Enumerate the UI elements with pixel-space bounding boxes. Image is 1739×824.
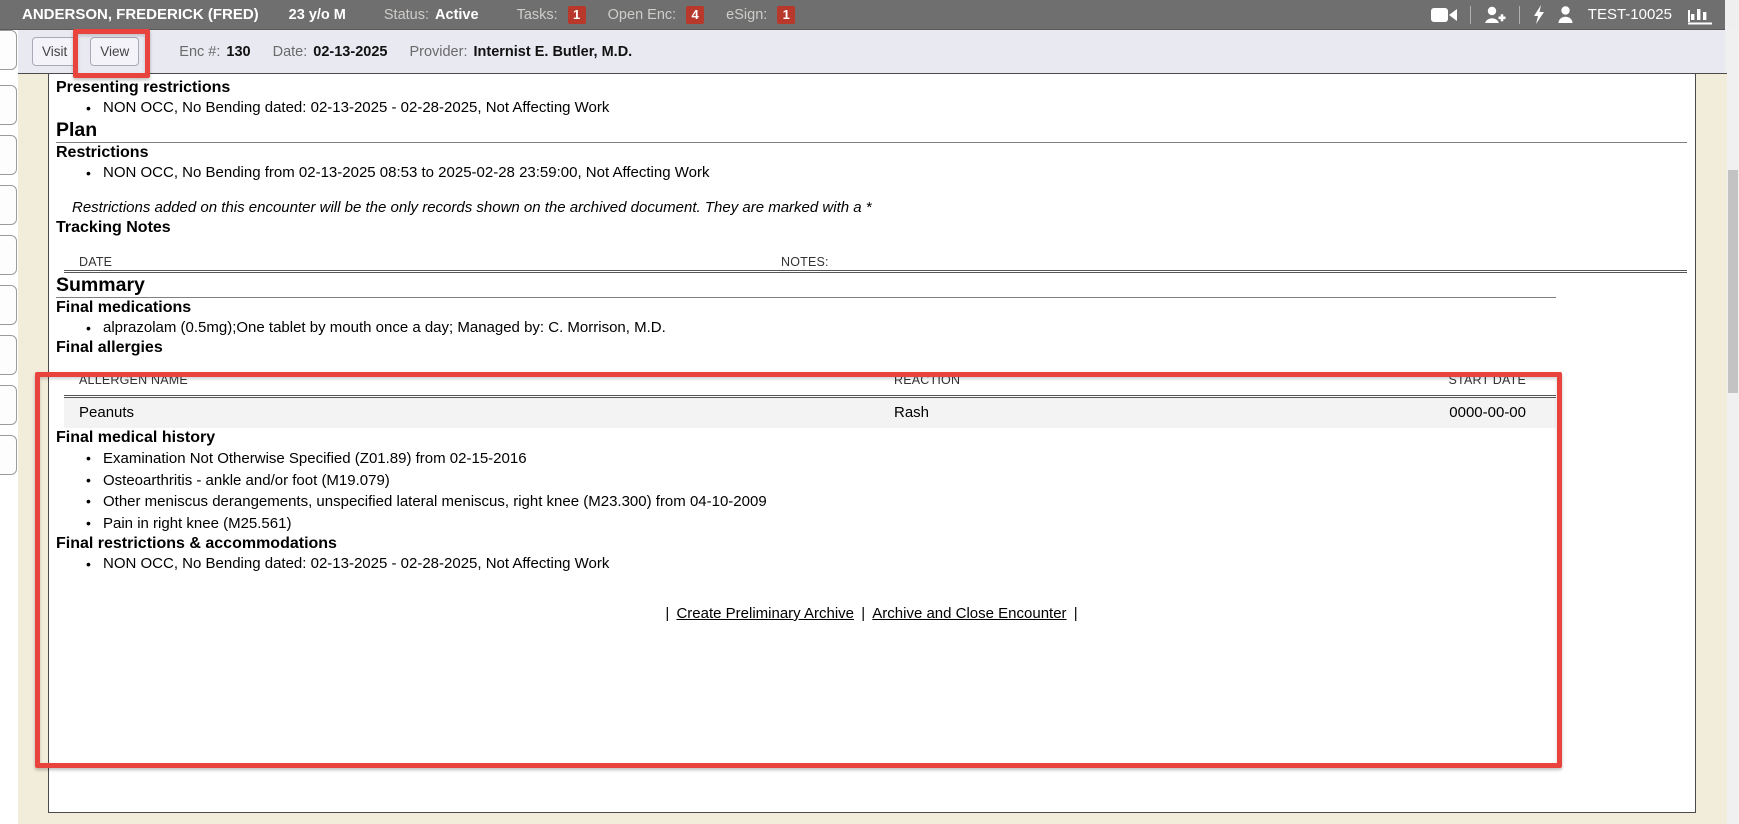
enc-number-label: Enc #: [179, 44, 220, 60]
encounter-toolbar: Visit View Enc #: 130 Date: 02-13-2025 P… [0, 30, 1725, 73]
presenting-restriction-item: NON OCC, No Bending dated: 02-13-2025 - … [56, 98, 1687, 118]
tasks-label: Tasks: [517, 7, 558, 23]
medical-history-item: Other meniscus derangements, unspecified… [56, 491, 1687, 513]
esign-label: eSign: [726, 7, 767, 23]
restrictions-note: Restrictions added on this encounter wil… [72, 198, 1687, 218]
final-restriction-item: NON OCC, No Bending dated: 02-13-2025 - … [56, 554, 1687, 574]
final-medications-heading: Final medications [56, 298, 1687, 318]
separator: | [1074, 605, 1078, 622]
divider [1470, 6, 1471, 24]
archive-actions: | Create Preliminary Archive | Archive a… [56, 605, 1687, 623]
vertical-scrollbar-thumb[interactable] [1728, 170, 1738, 393]
lightning-icon[interactable] [1533, 5, 1545, 24]
patient-header-bar: ANDERSON, FREDERICK (FRED) 23 y/o M Stat… [0, 0, 1725, 30]
side-tab[interactable] [0, 185, 17, 225]
allergies-col-allergen: ALLERGEN NAME [64, 370, 894, 390]
final-medical-history-heading: Final medical history [56, 428, 1687, 448]
allergy-name-cell: Peanuts [64, 403, 894, 423]
allergy-start-date-cell: 0000-00-00 [1446, 403, 1556, 423]
allergies-col-start-date: START DATE [1446, 370, 1556, 390]
section-plan-heading: Plan [56, 118, 1687, 142]
user-id[interactable]: TEST-10025 [1588, 6, 1672, 23]
side-tab[interactable] [0, 30, 17, 70]
side-tab[interactable] [0, 235, 17, 275]
archive-and-close-encounter-link[interactable]: Archive and Close Encounter [872, 605, 1066, 622]
final-allergies-table: ALLERGEN NAME REACTION START DATE Peanut… [64, 370, 1556, 428]
tracking-notes-table-header: DATE NOTES: [64, 252, 1687, 273]
video-camera-icon[interactable] [1431, 7, 1457, 23]
allergies-col-reaction: REACTION [894, 370, 1446, 390]
vertical-scrollbar-track[interactable] [1727, 30, 1739, 824]
section-presenting-restrictions-heading: Presenting restrictions [56, 78, 1687, 98]
section-summary-heading: Summary [56, 273, 1687, 297]
create-preliminary-archive-link[interactable]: Create Preliminary Archive [676, 605, 854, 622]
medical-history-item: Examination Not Otherwise Specified (Z01… [56, 448, 1687, 470]
tasks-count-badge[interactable]: 1 [568, 6, 586, 24]
allergy-table-row: Peanuts Rash 0000-00-00 [64, 398, 1556, 428]
left-side-tab-rail [0, 30, 18, 824]
tab-view[interactable]: View [90, 37, 139, 66]
final-allergies-heading: Final allergies [56, 338, 1687, 358]
restrictions-heading: Restrictions [56, 143, 1687, 163]
enc-number-value: 130 [226, 44, 250, 60]
divider [1519, 6, 1520, 24]
final-restrictions-heading: Final restrictions & accommodations [56, 534, 1687, 554]
side-tab[interactable] [0, 285, 17, 325]
user-icon[interactable] [1558, 6, 1573, 23]
status-value: Active [435, 7, 479, 23]
tracking-notes-heading: Tracking Notes [56, 218, 1687, 238]
restriction-item: NON OCC, No Bending from 02-13-2025 08:5… [56, 163, 1687, 183]
medical-history-item: Pain in right knee (M25.561) [56, 513, 1687, 535]
encounter-document: Presenting restrictions NON OCC, No Bend… [48, 73, 1696, 813]
open-enc-count-badge[interactable]: 4 [686, 6, 704, 24]
final-medication-item: alprazolam (0.5mg);One tablet by mouth o… [56, 318, 1687, 338]
side-tab[interactable] [0, 385, 17, 425]
date-value: 02-13-2025 [313, 44, 387, 60]
provider-label: Provider: [409, 44, 467, 60]
separator: | [861, 605, 865, 622]
separator: | [665, 605, 669, 622]
tracking-col-notes: NOTES: [781, 252, 829, 272]
side-tab[interactable] [0, 335, 17, 375]
patient-age-sex: 23 y/o M [289, 7, 346, 23]
side-tab[interactable] [0, 435, 17, 475]
side-tab[interactable] [0, 135, 17, 175]
tracking-col-date: DATE [79, 252, 112, 272]
open-enc-label: Open Enc: [608, 7, 677, 23]
allergies-table-header: ALLERGEN NAME REACTION START DATE [64, 370, 1556, 398]
side-tab[interactable] [0, 85, 17, 125]
tab-visit[interactable]: Visit [32, 37, 77, 66]
patient-name: ANDERSON, FREDERICK (FRED) [22, 6, 259, 23]
date-label: Date: [273, 44, 308, 60]
esign-count-badge[interactable]: 1 [777, 6, 795, 24]
stats-chart-icon[interactable] [1687, 5, 1713, 25]
add-user-icon[interactable] [1484, 6, 1506, 24]
status-label: Status: [384, 7, 429, 23]
allergy-reaction-cell: Rash [894, 403, 1446, 423]
medical-history-item: Osteoarthritis - ankle and/or foot (M19.… [56, 470, 1687, 492]
provider-value: Internist E. Butler, M.D. [473, 44, 632, 60]
